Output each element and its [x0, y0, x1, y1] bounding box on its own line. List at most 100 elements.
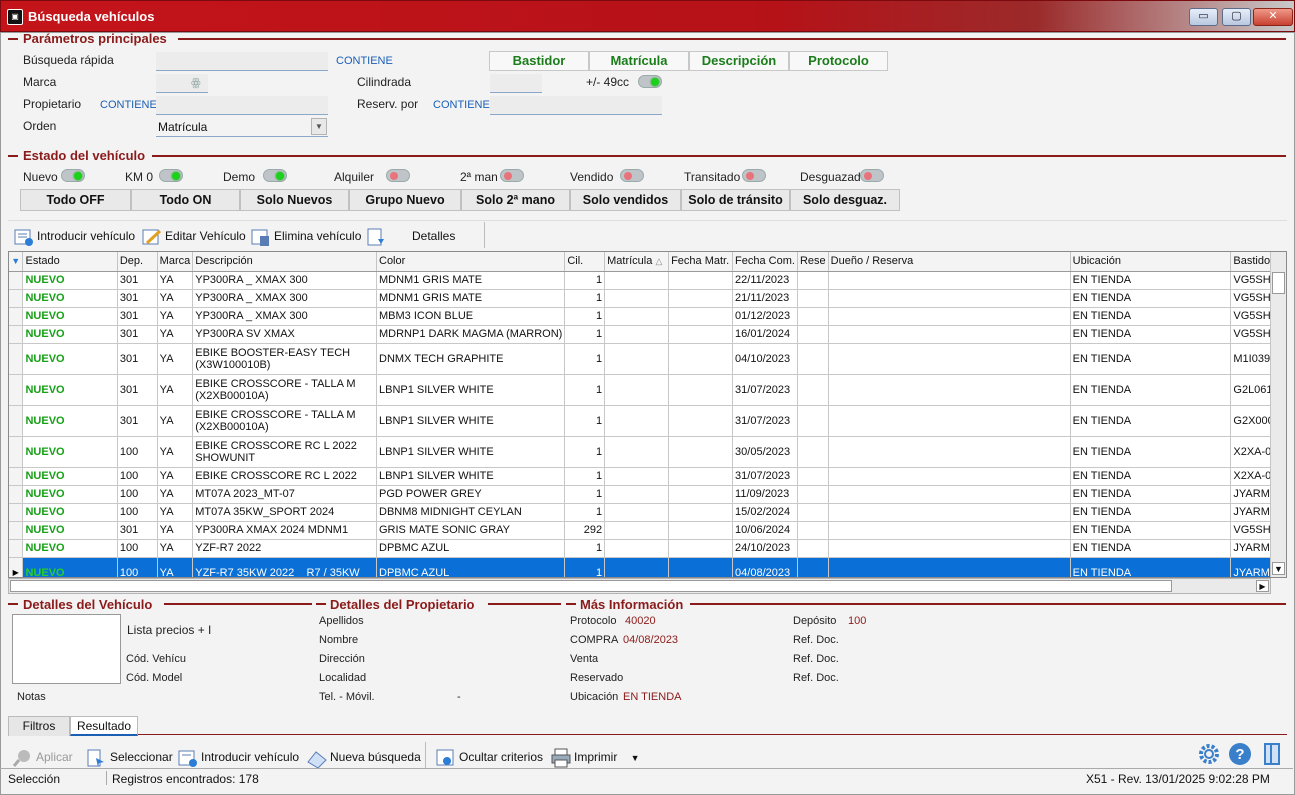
tab-protocolo[interactable]: Protocolo — [789, 51, 888, 71]
binoculars-icon[interactable]: ꙮ — [191, 76, 201, 89]
row-pointer-icon[interactable]: ▶ — [9, 557, 24, 577]
table-row[interactable]: NUEVO 100 YA YZF-R7 2022 DPBMC AZUL 1 24/10/20… — [9, 539, 1286, 558]
table-row[interactable]: NUEVO 301 YA EBIKE CROSSCORE - TALLA M (X2X… — [9, 405, 1286, 437]
ocultar-label: Ocultar criterios — [459, 750, 544, 764]
nueva-busqueda-button[interactable]: Nueva búsqueda — [306, 744, 421, 770]
col-ubicacion[interactable]: Ubicación — [1070, 252, 1232, 272]
estado-toggle[interactable] — [860, 169, 884, 182]
filter-icon[interactable]: ▼ — [9, 252, 24, 272]
table-row[interactable]: NUEVO 301 YA EBIKE BOOSTER-EASY TECH (X3W10… — [9, 343, 1286, 375]
row-indicator[interactable] — [9, 405, 24, 437]
close-button[interactable]: ✕ — [1253, 8, 1293, 26]
scroll-right-icon[interactable]: ▶ — [1256, 580, 1269, 592]
row-indicator[interactable] — [9, 307, 24, 326]
reserv-input[interactable] — [490, 96, 662, 115]
minimize-button[interactable]: ▭ — [1189, 8, 1218, 26]
marca-field[interactable]: ꙮ — [156, 74, 208, 93]
seleccionar-button[interactable]: Seleccionar — [86, 744, 173, 770]
col-marca[interactable]: Marca — [157, 252, 194, 272]
ocultar-criterios-button[interactable]: Ocultar criterios — [435, 744, 543, 770]
estado-toggle[interactable] — [742, 169, 766, 182]
estado-toggle[interactable] — [500, 169, 524, 182]
row-indicator[interactable] — [9, 325, 24, 344]
table-row[interactable]: NUEVO 100 YA MT07A 35KW_SPORT 2024 DBNM8 MID… — [9, 503, 1286, 522]
introducir-vehiculo-action[interactable]: Introducir vehículo — [177, 744, 299, 770]
todo-on-button[interactable]: Todo ON — [131, 189, 240, 211]
aplicar-button[interactable]: Aplicar — [12, 744, 73, 770]
todo-off-button[interactable]: Todo OFF — [20, 189, 131, 211]
estado-toggle[interactable] — [386, 169, 410, 182]
col-fecha-matr[interactable]: Fecha Matr. — [668, 252, 734, 272]
vertical-scroll-thumb[interactable] — [1272, 272, 1285, 294]
horizontal-scroll-thumb[interactable] — [10, 580, 1172, 592]
row-indicator[interactable] — [9, 271, 24, 290]
col-dep[interactable]: Dep. — [117, 252, 158, 272]
table-row[interactable]: ▶ NUEVO 100 YA YZF-R7 35KW 2022 _ R7 / 35KW D… — [9, 557, 1286, 577]
propietario-input[interactable] — [156, 96, 328, 115]
tab-resultado[interactable]: Resultado — [70, 716, 138, 736]
vertical-scrollbar[interactable]: ▼ — [1270, 252, 1286, 577]
table-row[interactable]: NUEVO 100 YA EBIKE CROSSCORE RC L 2022 LBNP1… — [9, 467, 1286, 486]
row-indicator[interactable] — [9, 436, 24, 468]
grupo-nuevo-button[interactable]: Grupo Nuevo — [349, 189, 461, 211]
col-descripcion[interactable]: Descripción — [192, 252, 377, 272]
col-cil[interactable]: Cil. — [564, 252, 606, 272]
help-icon[interactable]: ? — [1228, 742, 1252, 766]
solo-2-mano-button[interactable]: Solo 2ª mano — [461, 189, 570, 211]
editar-vehiculo-button[interactable]: Editar Vehículo — [141, 223, 246, 249]
table-row[interactable]: NUEVO 301 YA YP300RA XMAX 2024 MDNM1 GRIS MA… — [9, 521, 1286, 540]
row-indicator[interactable] — [9, 467, 24, 486]
solo-vendidos-button[interactable]: Solo vendidos — [570, 189, 681, 211]
row-indicator[interactable] — [9, 343, 24, 375]
chevron-down-icon[interactable]: ▼ — [631, 753, 640, 763]
imprimir-button[interactable]: Imprimir ▼ — [550, 744, 640, 770]
horizontal-scrollbar[interactable]: ▶ — [8, 578, 1271, 594]
table-row[interactable]: NUEVO 100 YA EBIKE CROSSCORE RC L 2022 SHOW… — [9, 436, 1286, 468]
col-dueno[interactable]: Dueño / Reserva — [828, 252, 1071, 272]
elimina-vehiculo-button[interactable]: Elimina vehículo — [250, 223, 361, 249]
exit-door-icon[interactable] — [1262, 742, 1282, 766]
tab-filtros[interactable]: Filtros — [8, 716, 70, 736]
estado-toggle[interactable] — [263, 169, 287, 182]
orden-select[interactable]: Matrícula ▼ — [156, 117, 328, 137]
busqueda-input[interactable] — [156, 52, 328, 71]
row-indicator[interactable] — [9, 289, 24, 308]
estado-toggle[interactable] — [159, 169, 183, 182]
col-color[interactable]: Color — [376, 252, 566, 272]
results-grid[interactable]: ▼ Estado Dep. Marca Descripción Color Ci… — [8, 251, 1287, 578]
chevron-down-icon[interactable]: ▼ — [311, 118, 327, 135]
propietario-mode[interactable]: CONTIENE — [100, 99, 157, 111]
solo-nuevos-button[interactable]: Solo Nuevos — [240, 189, 349, 211]
tab-descripcion[interactable]: Descripción — [689, 51, 789, 71]
busqueda-mode[interactable]: CONTIENE — [336, 55, 393, 67]
table-row[interactable]: NUEVO 301 YA YP300RA SV XMAX MDRNP1 DARK MAG… — [9, 325, 1286, 344]
scroll-down-icon[interactable]: ▼ — [1272, 562, 1285, 575]
solo-desguaz-button[interactable]: Solo desguaz. — [790, 189, 900, 211]
maximize-button[interactable]: ▢ — [1222, 8, 1251, 26]
table-row[interactable]: NUEVO 301 YA YP300RA _ XMAX 300 MDNM1 GRIS M… — [9, 289, 1286, 308]
gear-icon[interactable] — [1197, 742, 1221, 766]
row-indicator[interactable] — [9, 503, 24, 522]
cilindrada-input[interactable] — [490, 74, 542, 93]
row-indicator[interactable] — [9, 374, 24, 406]
table-row[interactable]: NUEVO 301 YA EBIKE CROSSCORE - TALLA M (X2X… — [9, 374, 1286, 406]
introducir-vehiculo-button[interactable]: Introducir vehículo — [13, 223, 135, 249]
cc-toggle[interactable] — [638, 75, 662, 88]
estado-toggle[interactable] — [620, 169, 644, 182]
tab-bastidor[interactable]: Bastidor — [489, 51, 589, 71]
col-estado[interactable]: Estado — [22, 252, 118, 272]
estado-toggle[interactable] — [61, 169, 85, 182]
col-rese[interactable]: Rese — [797, 252, 829, 272]
row-indicator[interactable] — [9, 539, 24, 558]
row-indicator[interactable] — [9, 485, 24, 504]
solo-transito-button[interactable]: Solo de tránsito — [681, 189, 790, 211]
table-row[interactable]: NUEVO 301 YA YP300RA _ XMAX 300 MDNM1 GRIS M… — [9, 271, 1286, 290]
table-row[interactable]: NUEVO 301 YA YP300RA _ XMAX 300 MBM3 ICON BL… — [9, 307, 1286, 326]
row-indicator[interactable] — [9, 521, 24, 540]
reserv-mode[interactable]: CONTIENE — [433, 99, 490, 111]
tab-matricula[interactable]: Matrícula — [589, 51, 689, 71]
col-matricula[interactable]: Matrícula △ — [604, 252, 670, 272]
table-row[interactable]: NUEVO 100 YA MT07A 2023_MT-07 PGD POWER GREY… — [9, 485, 1286, 504]
col-fecha-com[interactable]: Fecha Com. — [732, 252, 798, 272]
detalles-button[interactable]: Detalles — [366, 223, 455, 249]
